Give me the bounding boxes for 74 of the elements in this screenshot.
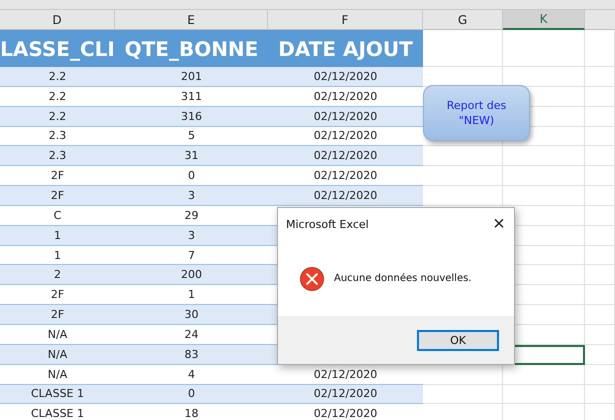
grid-cell[interactable] [585,146,615,166]
close-button[interactable]: × [484,210,514,240]
grid-cell[interactable] [423,384,503,404]
grid-cell[interactable] [585,126,615,146]
table-cell: 316 [115,106,268,127]
table-cell: 02/12/2020 [268,106,423,127]
table-cell: CLASSE 1 [0,384,115,404]
table-cell: 4 [115,364,268,384]
grid-cell[interactable] [585,246,615,266]
table-cell: 02/12/2020 [268,384,423,404]
column-header[interactable]: K [503,10,585,30]
grid-cell[interactable] [585,324,615,345]
table-cell: 2.3 [0,126,115,146]
table-cell: 1 [0,226,115,246]
table-cell: 83 [115,344,268,365]
table-cell: 02/12/2020 [268,126,423,146]
table-cell: 02/12/2020 [268,67,423,87]
column-header[interactable]: G [423,10,503,30]
grid-cell[interactable] [585,384,615,404]
table-cell: 3 [115,226,268,246]
error-icon [300,266,324,290]
table-cell: 2F [0,186,115,206]
dialog-message: Aucune données nouvelles. [334,273,472,284]
grid-cell[interactable] [585,344,615,365]
table-cell: 2.3 [0,146,115,166]
grid-cell[interactable] [423,166,503,186]
grid-cell[interactable] [585,30,615,67]
grid-cell[interactable] [503,166,585,186]
grid-cell[interactable] [503,30,585,67]
grid-cell[interactable] [503,186,585,206]
header-cell: DATE AJOUT [268,30,423,67]
grid-cell[interactable] [585,206,615,226]
table-cell: 7 [115,246,268,266]
grid-cell[interactable] [503,146,585,166]
table-cell: N/A [0,344,115,365]
grid-cell[interactable] [503,384,585,404]
column-header[interactable]: E [115,10,268,30]
header-cell: QTE_BONNE [115,30,268,67]
table-cell: 30 [115,305,268,325]
table-cell: 0 [115,384,268,404]
table-cell: 5 [115,126,268,146]
grid-cell[interactable] [585,364,615,384]
grid-cell[interactable] [585,226,615,246]
grid-cell[interactable] [423,186,503,206]
table-cell: 2.2 [0,106,115,127]
table-cell: 2 [0,265,115,286]
column-header[interactable]: D [0,10,115,30]
report-button-overlay[interactable]: Report des "NEW) [423,85,530,141]
column-header[interactable]: F [268,10,423,30]
dialog-title: Microsoft Excel [286,218,369,231]
table-cell: 3 [115,186,268,206]
table-cell: 201 [115,67,268,87]
ok-button[interactable]: OK [417,330,499,350]
grid-cell[interactable] [585,285,615,306]
grid-cell[interactable] [585,86,615,107]
table-cell: 200 [115,265,268,286]
grid-cell[interactable] [585,106,615,127]
table-cell: 02/12/2020 [268,186,423,206]
table-cell: 2.2 [0,67,115,87]
grid-cell[interactable] [585,305,615,325]
grid-cell[interactable] [585,67,615,87]
grid-cell[interactable] [585,265,615,286]
table-cell: N/A [0,364,115,384]
table-cell: 2F [0,305,115,325]
table-cell: 1 [0,246,115,266]
grid-cell[interactable] [423,146,503,166]
table-cell: 02/12/2020 [268,146,423,166]
grid-cell[interactable] [585,186,615,206]
grid-cell[interactable] [423,30,503,67]
header-cell: LASSE_CLI [0,30,115,67]
table-cell: 31 [115,146,268,166]
table-cell: 02/12/2020 [268,364,423,384]
grid-cell[interactable] [585,166,615,186]
column-header[interactable] [585,10,615,30]
